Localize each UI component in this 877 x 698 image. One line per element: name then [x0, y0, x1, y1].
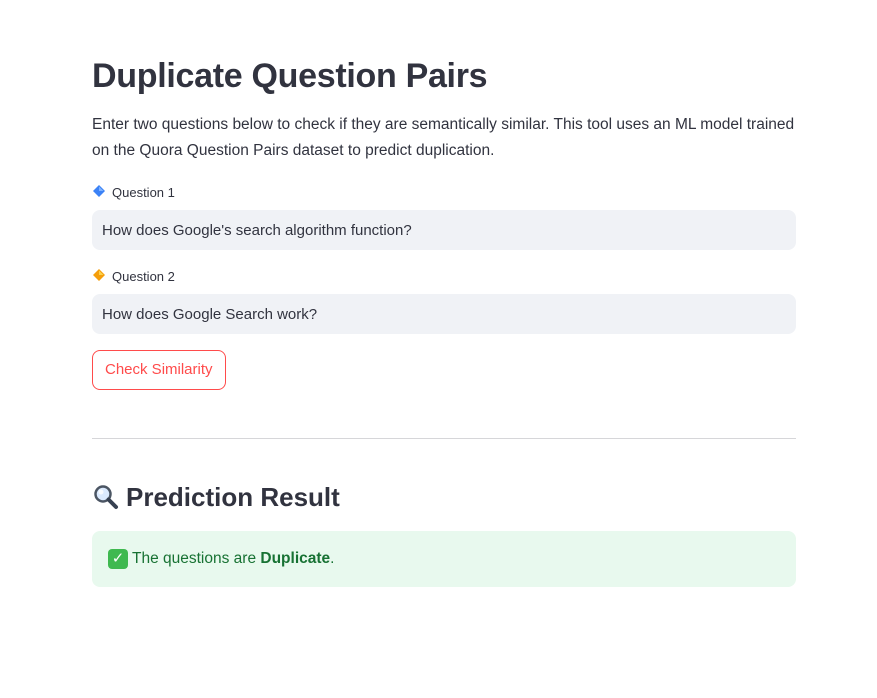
magnifier-icon	[92, 483, 120, 511]
app-page: Duplicate Question Pairs Enter two quest…	[0, 0, 877, 698]
section-divider	[92, 438, 796, 439]
result-heading-text: Prediction Result	[126, 482, 340, 512]
check-mark-icon: ✓	[108, 549, 128, 569]
orange-diamond-icon	[92, 268, 106, 286]
question1-label: Question 1	[92, 184, 796, 202]
success-alert: ✓ The questions are Duplicate .	[92, 531, 796, 587]
question2-label-text: Question 2	[112, 269, 175, 284]
blue-diamond-icon	[92, 184, 106, 202]
question2-input[interactable]	[92, 294, 796, 334]
question1-label-text: Question 1	[112, 185, 175, 200]
page-title: Duplicate Question Pairs	[92, 57, 488, 95]
intro-text: Enter two questions below to check if th…	[92, 116, 795, 159]
check-similarity-button[interactable]: Check Similarity	[92, 350, 226, 390]
question2-label: Question 2	[92, 268, 796, 286]
result-verdict: Duplicate	[260, 550, 331, 567]
question1-input[interactable]	[92, 210, 796, 250]
result-message-prefix: The questions are	[132, 550, 261, 567]
main-content: Duplicate Question Pairs Enter two quest…	[92, 52, 796, 587]
result-heading: Prediction Result	[92, 479, 796, 515]
result-message-suffix: .	[330, 550, 335, 567]
